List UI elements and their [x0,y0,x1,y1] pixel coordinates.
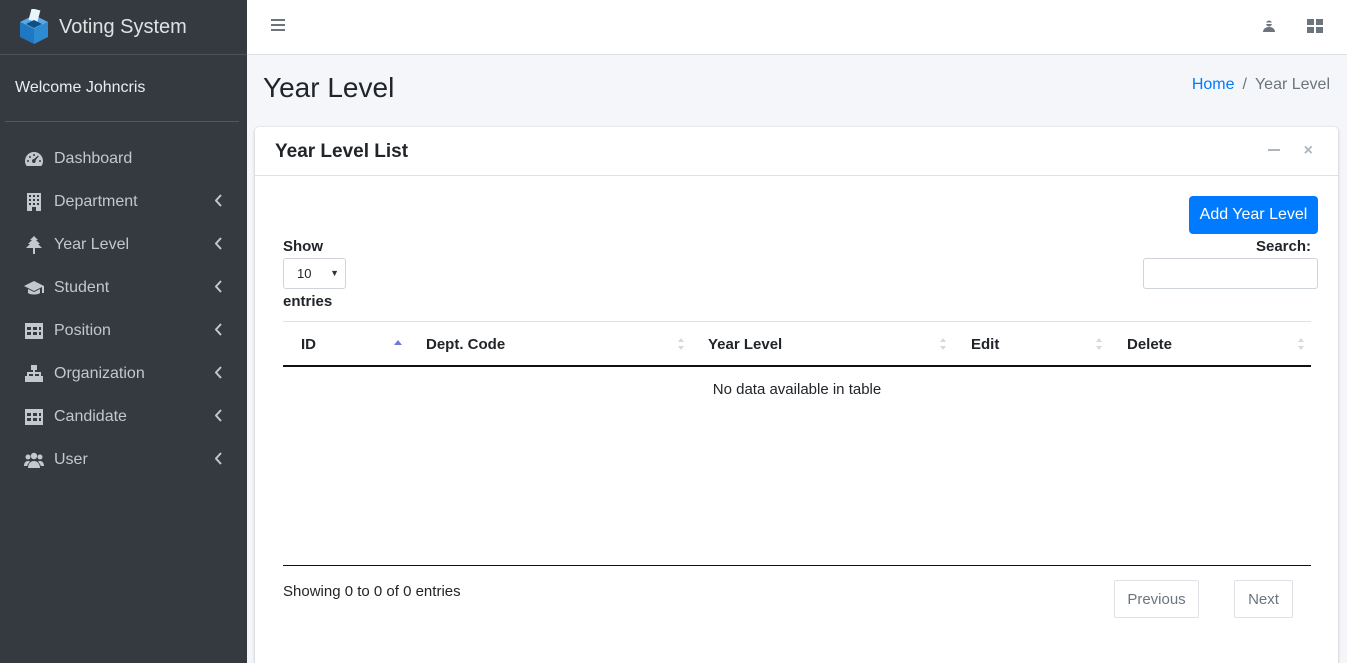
column-header-label: Dept. Code [426,335,506,353]
search-input[interactable] [1143,258,1318,289]
sort-icon [678,338,684,350]
sidebar-item-department[interactable]: Department [0,180,247,223]
column-header-dept-code[interactable]: Dept. Code [426,322,676,366]
sidebar-item-label: Year Level [54,235,130,253]
column-header-year-level[interactable]: Year Level [708,322,938,366]
breadcrumb: Home / Year Level [1192,76,1330,94]
empty-table-message: No data available in table [712,380,882,398]
entries-label: entries [283,293,333,310]
card-header: Year Level List × [255,127,1338,176]
user-panel[interactable]: Welcome Johncris [5,55,239,122]
breadcrumb-separator: / [1242,76,1247,93]
chevron-left-icon [214,280,225,294]
grid-icon[interactable] [1307,19,1323,33]
sidebar-item-label: Position [54,321,111,339]
building-icon [23,192,45,212]
column-header-label: Edit [971,335,1000,353]
chevron-left-icon [214,366,225,380]
breadcrumb-home-link[interactable]: Home [1192,76,1235,93]
welcome-text: Welcome Johncris [15,79,146,96]
ballot-box-icon [20,9,48,44]
dashboard-icon [23,149,45,169]
page-length-select[interactable]: 10 ▼ [283,258,346,289]
close-icon[interactable]: × [1304,143,1313,159]
sort-ascending-icon [394,340,402,345]
next-button[interactable]: Next [1234,580,1293,618]
card-title: Year Level List [275,141,409,162]
sidebar-item-dashboard[interactable]: Dashboard [0,137,247,180]
sidebar-nav: Dashboard Department Year Level Student [0,137,247,481]
sidebar-item-label: Candidate [54,407,127,425]
page-title: Year Level [263,72,395,103]
sidebar-item-user[interactable]: User [0,438,247,481]
top-navbar [247,0,1347,55]
sidebar-item-candidate[interactable]: Candidate [0,395,247,438]
previous-button[interactable]: Previous [1114,580,1199,618]
sort-icon [1096,338,1102,350]
table-icon [23,321,45,341]
tree-icon [23,235,45,255]
column-header-edit[interactable]: Edit [971,322,1091,366]
sidebar-item-year-level[interactable]: Year Level [0,223,247,266]
sort-icon [1298,338,1304,350]
sidebar-item-label: Student [54,278,110,296]
main-sidebar: Voting System Welcome Johncris Dashboard… [0,0,247,663]
column-header-label: ID [301,335,316,353]
chevron-left-icon [214,323,225,337]
menu-toggle-icon[interactable] [271,19,285,33]
column-header-delete[interactable]: Delete [1127,322,1287,366]
chevron-left-icon [214,452,225,466]
column-header-label: Delete [1127,335,1173,353]
sidebar-item-label: Department [54,192,138,210]
sidebar-item-position[interactable]: Position [0,309,247,352]
users-icon [23,450,45,470]
sidebar-item-label: User [54,450,88,468]
search-label: Search: [1255,238,1311,255]
page-length-value: 10 [297,266,312,281]
graduation-cap-icon [23,278,45,298]
sidebar-item-label: Dashboard [54,149,133,167]
year-level-card: Year Level List × Add Year Level Show 10… [255,127,1338,663]
table-bottom-border [283,565,1311,566]
brand-name: Voting System [59,15,187,38]
minus-icon[interactable] [1268,149,1280,151]
add-year-level-button[interactable]: Add Year Level [1189,196,1318,234]
year-level-table: ID Dept. Code Year Level Edit Delete No … [283,321,1311,411]
sidebar-item-organization[interactable]: Organization [0,352,247,395]
sidebar-item-student[interactable]: Student [0,266,247,309]
brand-link[interactable]: Voting System [0,0,247,55]
column-header-label: Year Level [708,335,783,353]
user-icon[interactable] [1262,19,1276,33]
chevron-left-icon [214,409,225,423]
show-label: Show [283,238,323,255]
table-icon [23,407,45,427]
chevron-left-icon [214,237,225,251]
sitemap-icon [23,364,45,384]
sidebar-item-label: Organization [54,364,145,382]
chevron-left-icon [214,194,225,208]
sort-icon [940,338,946,350]
table-info: Showing 0 to 0 of 0 entries [283,583,461,600]
table-header: ID Dept. Code Year Level Edit Delete [283,321,1311,367]
breadcrumb-current: Year Level [1254,76,1330,93]
caret-down-icon: ▼ [330,268,339,278]
